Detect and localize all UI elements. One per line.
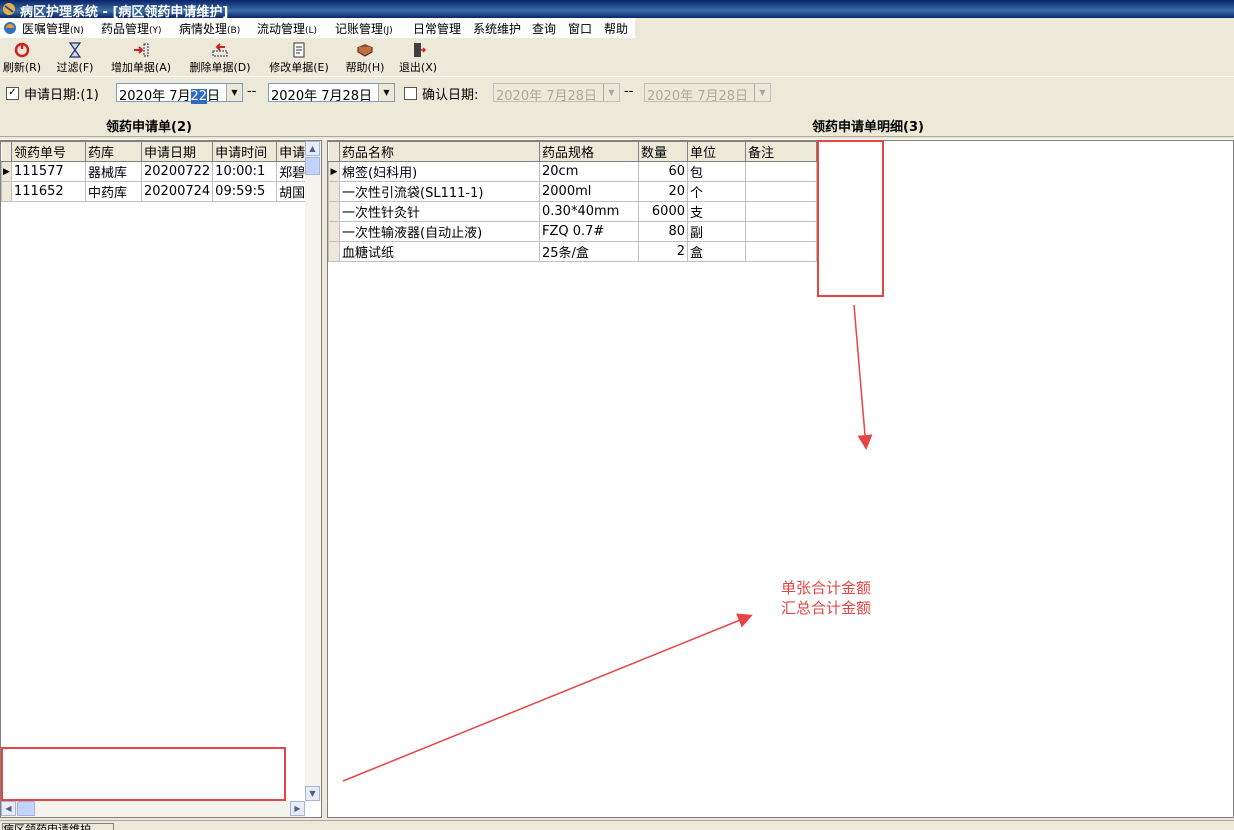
column-header[interactable]: 领药单号 (11, 141, 86, 162)
refresh-button[interactable]: 刷新(R) (1, 42, 43, 74)
confirm-date-from-picker: 2020年 7月28日 ▼ (493, 83, 620, 104)
annotation-box-amount-column (817, 140, 884, 297)
refresh-icon (14, 42, 30, 58)
menu-item-orders[interactable]: 医嘱管理(N) (22, 20, 84, 37)
scroll-thumb[interactable] (305, 157, 320, 175)
scroll-left-icon[interactable]: ◀ (1, 801, 16, 816)
column-header[interactable]: 申请日期 (140, 141, 214, 162)
dropdown-arrow-icon[interactable]: ▼ (226, 84, 242, 101)
column-header[interactable]: 药品规格 (539, 141, 639, 162)
table-row[interactable]: ▶ 棉签(妇科用) 20cm 60 包 (328, 161, 817, 182)
menu-item-help[interactable]: 帮助 (604, 20, 628, 37)
requisition-list-title: 领药申请单(2) (106, 120, 192, 135)
menu-bar: 医嘱管理(N) 药品管理(Y) 病情处理(B) 流动管理(L) 记账管理(J) … (0, 18, 635, 38)
confirm-date-label: 确认日期: (422, 88, 479, 103)
exit-button[interactable]: 退出(X) (396, 42, 440, 74)
scroll-thumb[interactable] (17, 801, 35, 816)
hourglass-icon (68, 42, 82, 58)
current-row-indicator-icon: ▶ (328, 161, 340, 182)
menu-item-window[interactable]: 窗口 (568, 20, 592, 37)
table-row[interactable]: 一次性输液器(自动止液) FZQ 0.7# 80 副 (328, 221, 817, 242)
menu-item-drugs[interactable]: 药品管理(Y) (101, 20, 162, 37)
help-book-icon (357, 44, 373, 57)
dropdown-arrow-icon: ▼ (603, 84, 619, 101)
dropdown-arrow-icon[interactable]: ▼ (378, 84, 394, 101)
app-menu-icon[interactable] (3, 21, 17, 35)
date-filter-bar: ✓ 申请日期:(1) 2020年 7月22日 ▼ -- 2020年 7月28日 … (0, 80, 1234, 106)
delete-document-icon (212, 43, 228, 57)
table-row[interactable]: 血糖试纸 25条/盒 2 盒 (328, 241, 817, 262)
column-header[interactable]: 单位 (687, 141, 746, 162)
confirm-date-checkbox[interactable] (404, 87, 417, 100)
requisition-table: 领药单号 药库 申请日期 申请时间 申请 ▶ 111577 器械库 202007… (1, 141, 310, 202)
apply-date-label: 申请日期:(1) (24, 88, 99, 103)
apply-date-to-picker[interactable]: 2020年 7月28日 ▼ (268, 83, 395, 104)
delete-document-button[interactable]: 删除单据(D) (185, 42, 255, 74)
help-button[interactable]: 帮助(H) (342, 42, 388, 74)
row-indicator-header (328, 141, 340, 162)
column-header[interactable]: 药品名称 (339, 141, 540, 162)
table-header-row: 药品名称 药品规格 数量 单位 备注 (328, 141, 817, 162)
row-indicator-header (1, 141, 12, 162)
confirm-range-separator: -- (624, 84, 634, 99)
filter-button[interactable]: 过滤(F) (52, 42, 98, 74)
menu-item-flow[interactable]: 流动管理(L) (257, 20, 317, 37)
table-row[interactable]: ▶ 111577 器械库 20200722 10:00:1 郑碧 (1, 161, 310, 182)
table-header-row: 领药单号 药库 申请日期 申请时间 申请 (1, 141, 310, 162)
menu-item-billing[interactable]: 记账管理(J) (335, 20, 393, 37)
requisition-detail-title: 领药申请单明细(3) (812, 120, 924, 135)
annotation-text: 单张合计金额 汇总合计金额 (781, 579, 872, 617)
column-header[interactable]: 数量 (638, 141, 688, 162)
app-icon (3, 3, 15, 15)
column-header[interactable]: 申请时间 (212, 141, 278, 162)
table-row[interactable]: 111652 中药库 20200724 09:59:5 胡国 (1, 181, 310, 202)
add-document-icon (134, 43, 149, 57)
menu-item-system[interactable]: 系统维护 (473, 20, 521, 37)
menu-item-daily[interactable]: 日常管理 (413, 20, 461, 37)
apply-date-checkbox[interactable]: ✓ (6, 87, 19, 100)
requisition-detail-grid: 药品名称 药品规格 数量 单位 备注 ▶ 棉签(妇科用) 20cm 60 包 一… (327, 140, 1234, 818)
scroll-up-icon[interactable]: ▲ (305, 141, 320, 156)
window-title-bar[interactable]: 病区护理系统 - [病区领药申请维护] (0, 0, 1234, 20)
table-row[interactable]: 一次性针灸针 0.30*40mm 6000 支 (328, 201, 817, 222)
edit-document-icon (293, 42, 305, 58)
scroll-right-icon[interactable]: ▶ (290, 801, 305, 816)
date-range-separator: -- (247, 84, 257, 99)
exit-door-icon (414, 43, 427, 57)
column-header[interactable]: 申请 (276, 141, 310, 162)
edit-document-button[interactable]: 修改单据(E) (264, 42, 334, 74)
menu-item-query[interactable]: 查询 (532, 20, 556, 37)
scroll-down-icon[interactable]: ▼ (305, 786, 320, 801)
vertical-scrollbar[interactable]: ▲ ▼ (305, 141, 321, 801)
horizontal-scrollbar[interactable]: ◀ ▶ (1, 801, 305, 817)
column-header[interactable]: 备注 (745, 141, 817, 162)
apply-date-from-picker[interactable]: 2020年 7月22日 ▼ (116, 83, 243, 104)
dropdown-arrow-icon: ▼ (754, 84, 770, 101)
requisition-list-grid: 领药单号 药库 申请日期 申请时间 申请 ▶ 111577 器械库 202007… (0, 140, 322, 818)
annotation-box-summary-area (1, 747, 286, 801)
menu-item-condition[interactable]: 病情处理(B) (179, 20, 240, 37)
window-tab[interactable]: 病区领药申请维护 (2, 823, 114, 830)
toolbar: 刷新(R) 过滤(F) 增加单据(A) 删除单据(D) 修改单据(E) 帮助(H… (0, 40, 1234, 77)
current-row-indicator-icon: ▶ (1, 161, 12, 182)
detail-table: 药品名称 药品规格 数量 单位 备注 ▶ 棉签(妇科用) 20cm 60 包 一… (328, 141, 817, 262)
add-document-button[interactable]: 增加单据(A) (106, 42, 176, 74)
confirm-date-to-picker: 2020年 7月28日 ▼ (644, 83, 771, 104)
table-row[interactable]: 一次性引流袋(SL111-1) 2000ml 20 个 (328, 181, 817, 202)
column-header[interactable]: 药库 (85, 141, 142, 162)
